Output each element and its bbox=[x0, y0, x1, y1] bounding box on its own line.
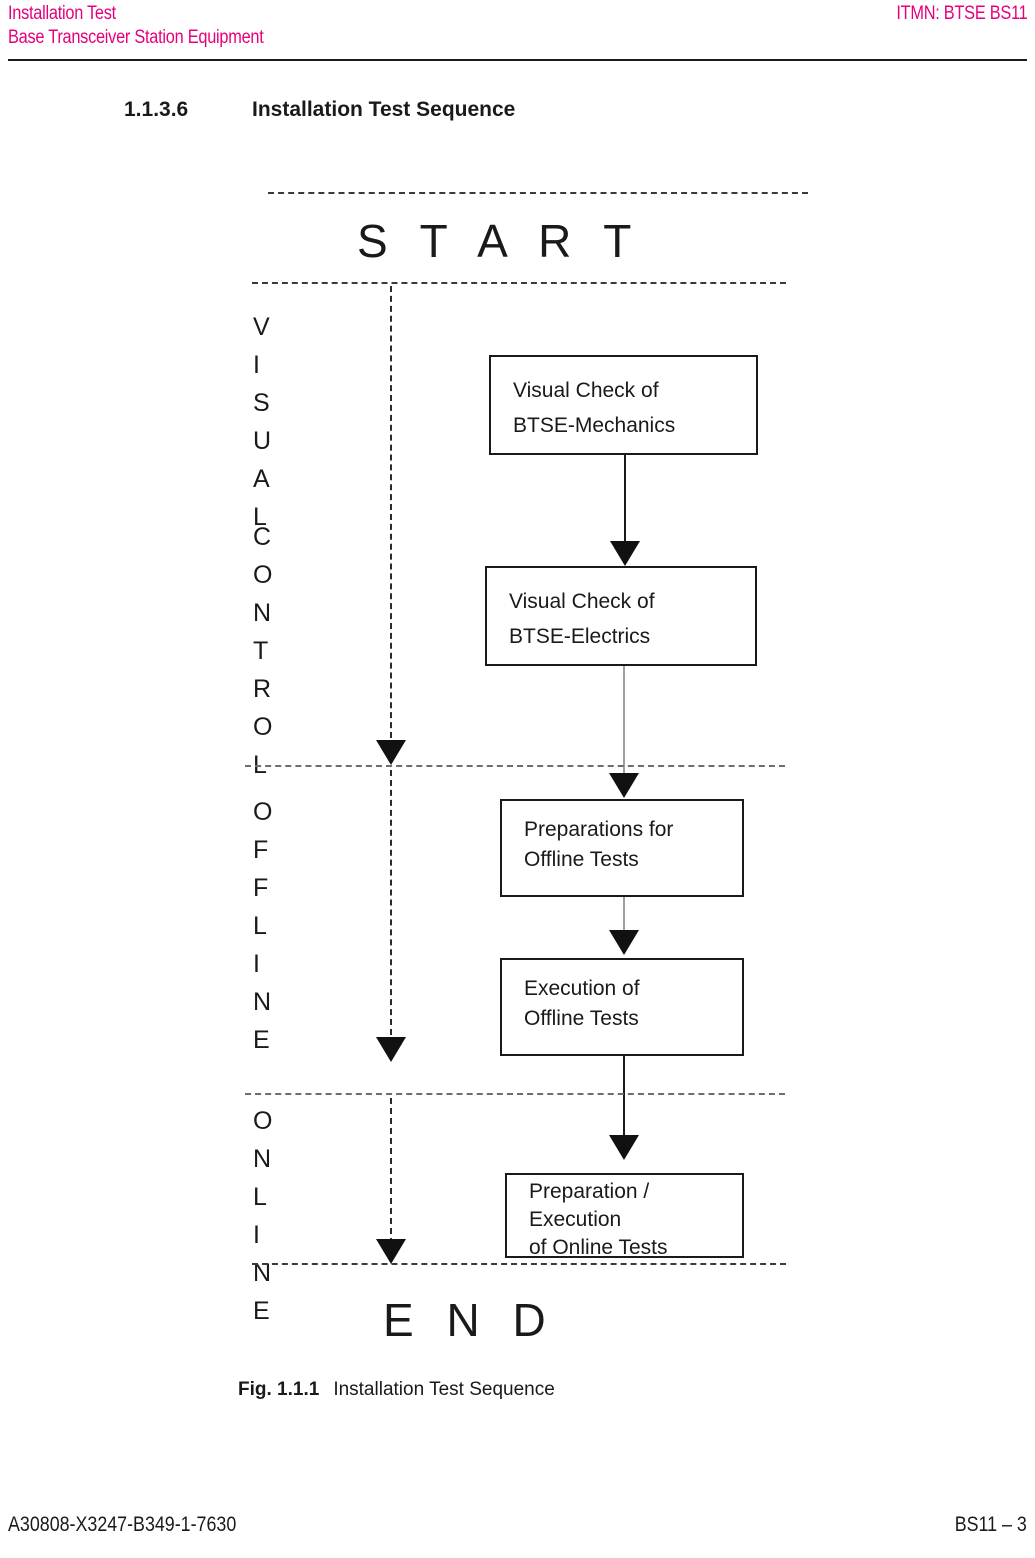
node-label: BTSE-Electrics bbox=[509, 625, 651, 648]
footer-page-number: BS11 – 3 bbox=[954, 1513, 1027, 1536]
node-label: Offline Tests bbox=[524, 1007, 639, 1030]
divider-online-end bbox=[252, 1263, 786, 1265]
phase-letter: S bbox=[253, 389, 270, 417]
connector-execution-to-online bbox=[623, 1056, 625, 1142]
phase-letter: I bbox=[253, 1221, 260, 1249]
node-label: BTSE-Mechanics bbox=[513, 414, 676, 437]
phase-letter: E bbox=[253, 1026, 270, 1054]
phase-letter: N bbox=[253, 599, 272, 627]
spine-visual-control bbox=[390, 286, 392, 738]
spine-arrow-offline-to-online bbox=[376, 1037, 406, 1062]
phase-letter: N bbox=[253, 988, 272, 1016]
arrowhead-mechanics-to-electrics bbox=[610, 541, 640, 566]
node-label: Execution bbox=[529, 1208, 622, 1231]
node-label: of Online Tests bbox=[529, 1236, 668, 1259]
phase-letter: O bbox=[253, 798, 273, 826]
phase-letter: N bbox=[253, 1145, 272, 1173]
phase-letter: O bbox=[253, 561, 273, 589]
node-label: Visual Check of bbox=[513, 379, 659, 402]
node-execution-offline-tests[interactable]: Execution of Offline Tests bbox=[500, 958, 744, 1056]
node-label: Offline Tests bbox=[524, 848, 639, 871]
phase-letter: I bbox=[253, 950, 260, 978]
footer-document-number: A30808-X3247-B349-1-7630 bbox=[8, 1513, 237, 1536]
end-label: E N D bbox=[383, 1294, 556, 1346]
phase-label-offline: O F F L I N E bbox=[253, 793, 272, 1059]
phase-letter: E bbox=[253, 1297, 270, 1325]
node-visual-check-mechanics[interactable]: Visual Check of BTSE-Mechanics bbox=[489, 355, 758, 455]
phase-letter: U bbox=[253, 427, 272, 455]
phase-letter: L bbox=[253, 1183, 267, 1211]
phase-letter: F bbox=[253, 836, 269, 864]
divider-visual-offline bbox=[245, 765, 785, 767]
spine-arrow-online-to-end bbox=[376, 1239, 406, 1264]
phase-label-online: O N L I N E bbox=[253, 1102, 272, 1330]
start-label: S T A R T bbox=[357, 215, 642, 267]
spine-offline bbox=[390, 770, 392, 1035]
phase-letter: N bbox=[253, 1259, 272, 1287]
arrowhead-electrics-to-preparations bbox=[609, 773, 639, 798]
phase-letter: L bbox=[253, 912, 267, 940]
phase-label-control: C O N T R O L bbox=[253, 518, 272, 784]
connector-electrics-to-preparations bbox=[623, 666, 625, 773]
phase-letter: A bbox=[253, 465, 270, 493]
spine-online bbox=[390, 1098, 392, 1254]
node-visual-check-electrics[interactable]: Visual Check of BTSE-Electrics bbox=[485, 566, 757, 666]
phase-letter: R bbox=[253, 675, 272, 703]
divider-offline-online bbox=[245, 1093, 785, 1095]
phase-label-visual: V I S U A L bbox=[253, 308, 271, 536]
phase-letter: I bbox=[253, 351, 260, 379]
phase-letter: O bbox=[253, 713, 273, 741]
phase-letter: T bbox=[253, 637, 269, 665]
spine-arrow-visual-to-offline bbox=[376, 740, 406, 765]
divider-top-start bbox=[268, 192, 808, 194]
node-preparation-execution-online-tests[interactable]: Preparation / Execution of Online Tests bbox=[505, 1173, 744, 1259]
divider-start-visual bbox=[252, 282, 786, 284]
phase-letter: F bbox=[253, 874, 269, 902]
arrowhead-preparations-to-execution bbox=[609, 930, 639, 955]
phase-letter: O bbox=[253, 1107, 273, 1135]
figure-caption-label: Fig. 1.1.1 bbox=[238, 1379, 320, 1400]
node-label: Visual Check of bbox=[509, 590, 655, 613]
figure-caption-text: Installation Test Sequence bbox=[333, 1379, 555, 1400]
installation-test-sequence-flowchart: S T A R T V I S U A L C O N T R O L Visu… bbox=[0, 0, 1035, 1558]
node-label: Preparation / bbox=[529, 1180, 650, 1203]
phase-letter: C bbox=[253, 523, 272, 551]
phase-letter: V bbox=[253, 313, 270, 341]
figure-caption: Fig. 1.1.1 Installation Test Sequence bbox=[238, 1379, 555, 1401]
node-preparations-offline-tests[interactable]: Preparations for Offline Tests bbox=[500, 799, 744, 897]
arrowhead-execution-to-online bbox=[609, 1135, 639, 1160]
connector-mechanics-to-electrics bbox=[624, 455, 626, 541]
